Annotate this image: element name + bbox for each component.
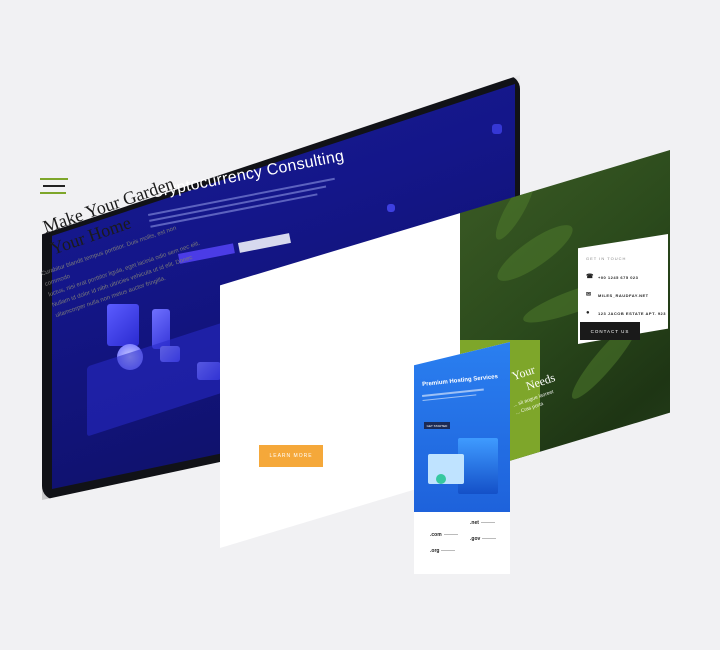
contact-heading: GET IN TOUCH <box>586 256 627 261</box>
phone-device: Premium Hosting Services GET STARTED .co… <box>414 342 510 574</box>
floating-cube <box>492 124 502 134</box>
garden-decor-lines <box>40 178 68 199</box>
hosting-cta-button[interactable]: GET STARTED <box>424 422 450 429</box>
domain-item: .com <box>430 532 458 538</box>
contact-address-row: ● 123 JACOB ESTATE APT. 923 <box>586 310 666 316</box>
contact-phone-row: ☎ +00 1245 675 023 <box>586 274 639 280</box>
learn-more-button[interactable]: LEARN MORE <box>259 445 323 467</box>
contact-us-button[interactable]: CONTACT US <box>580 322 640 340</box>
phone-icon: ☎ <box>586 274 594 280</box>
floating-cube <box>387 204 395 212</box>
domain-item: .gov <box>470 536 497 542</box>
location-pin-icon: ● <box>586 310 591 316</box>
server-rack <box>458 438 498 494</box>
browser-window-illustration <box>428 454 464 484</box>
domain-item: .net <box>470 520 495 526</box>
isometric-block <box>107 304 139 346</box>
mail-icon: ✉ <box>586 292 592 298</box>
checkmark-badge <box>436 474 446 484</box>
mockup-stage: Cryptocurrency Consulting Make Your Gard… <box>0 0 720 650</box>
domain-item: .org <box>430 548 456 554</box>
contact-email-row: ✉ MILES_RAUDFAY.NET <box>586 292 649 298</box>
